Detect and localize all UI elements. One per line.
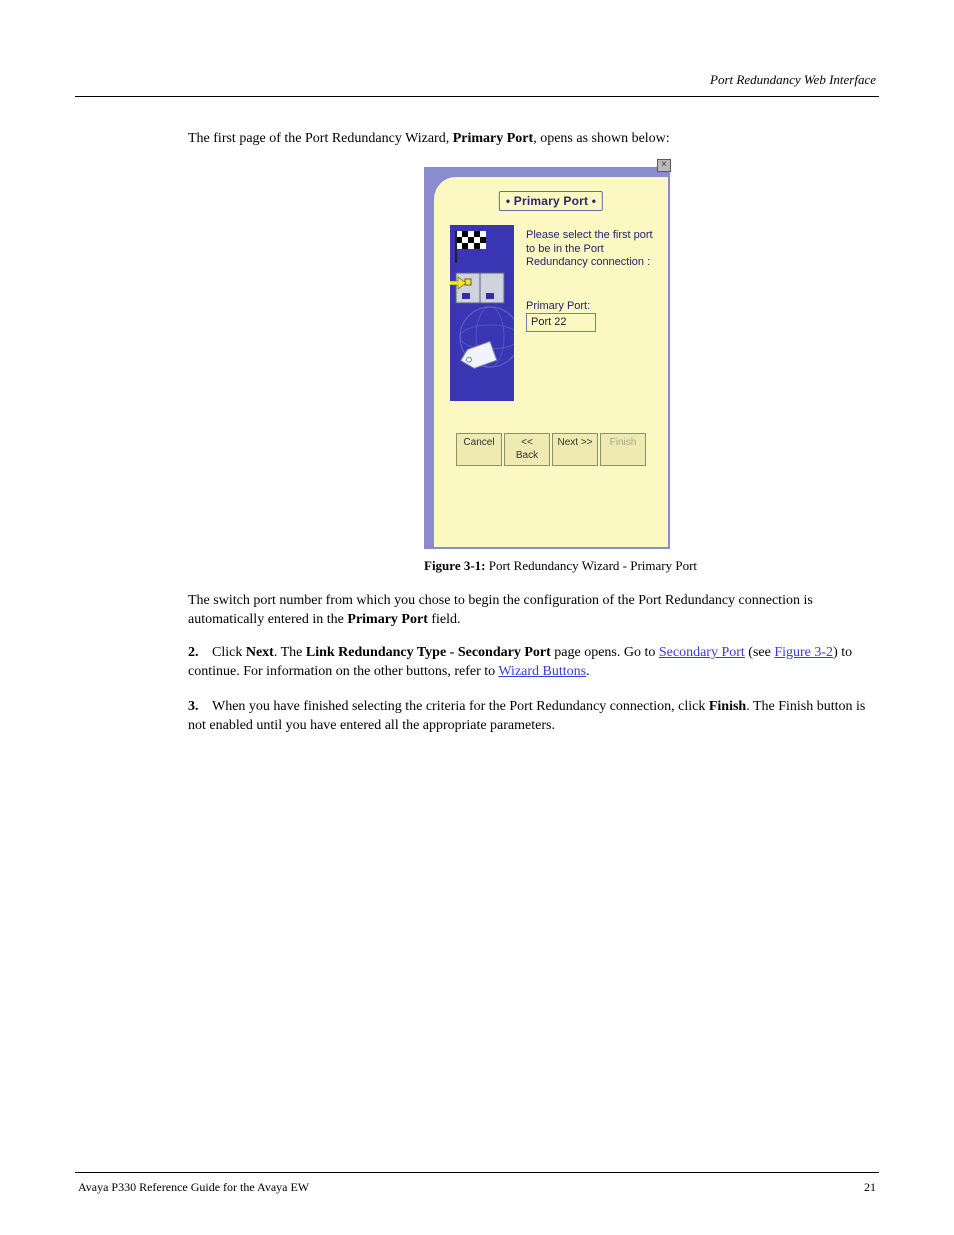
dialog-body: • Primary Port •	[434, 177, 668, 547]
page: Port Redundancy Web Interface The first …	[0, 0, 954, 1235]
dialog-button-row: Cancel << Back Next >> Finish	[456, 433, 646, 466]
step-number: 2.	[188, 644, 212, 663]
figure-caption-label: Figure 3-1:	[424, 558, 486, 573]
step-text: Click	[212, 645, 246, 660]
back-button[interactable]: << Back	[504, 433, 550, 466]
step-link[interactable]: Figure 3-2	[774, 645, 833, 660]
paragraph-after-figure: The switch port number from which you ch…	[188, 592, 876, 630]
step-text: page opens. Go to	[551, 645, 659, 660]
dialog-title: • Primary Port •	[499, 191, 603, 211]
dialog-window: × • Primary Port •	[424, 167, 670, 549]
header-rule	[75, 96, 879, 97]
footer-doc-title: Avaya P330 Reference Guide for the Avaya…	[78, 1180, 309, 1195]
wizard-graphic	[450, 225, 514, 401]
intro-paragraph: The first page of the Port Redundancy Wi…	[188, 130, 876, 149]
numbered-steps: 2.Click Next. The Link Redundancy Type -…	[188, 644, 876, 736]
step-item: 2.Click Next. The Link Redundancy Type -…	[188, 644, 876, 682]
footer-rule	[75, 1172, 879, 1173]
primary-port-label: Primary Port:	[526, 299, 590, 314]
figure-wrapper: × • Primary Port •	[188, 167, 876, 575]
body-content: The first page of the Port Redundancy Wi…	[188, 130, 876, 752]
figure-caption-text: Port Redundancy Wizard - Primary Port	[489, 558, 697, 573]
header-section-title: Port Redundancy Web Interface	[710, 72, 876, 88]
step-number: 3.	[188, 698, 212, 717]
close-icon[interactable]: ×	[657, 159, 671, 172]
primary-port-field[interactable]: Port 22	[526, 313, 596, 332]
para-after-fig-bold: Primary Port	[347, 612, 427, 627]
step-text-bold: Link Redundancy Type - Secondary Port	[306, 645, 551, 660]
step-link[interactable]: Wizard Buttons	[498, 664, 586, 679]
intro-text-post: , opens as shown below:	[533, 131, 670, 146]
para-after-fig-pre: The switch port number from which you ch…	[188, 593, 813, 627]
footer-page-number: 21	[864, 1180, 876, 1195]
step-text: When you have finished selecting the cri…	[212, 699, 709, 714]
figure-caption: Figure 3-1: Port Redundancy Wizard - Pri…	[424, 557, 876, 575]
step-text: .	[586, 664, 590, 679]
step-text: . The	[274, 645, 306, 660]
finish-button: Finish	[600, 433, 646, 466]
step-text: (see	[745, 645, 775, 660]
intro-text-pre: The first page of the Port Redundancy Wi…	[188, 131, 453, 146]
step-link[interactable]: Secondary Port	[659, 645, 745, 660]
step-text-bold: Finish	[709, 699, 746, 714]
cancel-button[interactable]: Cancel	[456, 433, 502, 466]
next-button[interactable]: Next >>	[552, 433, 598, 466]
step-item: 3.When you have finished selecting the c…	[188, 698, 876, 736]
dialog-instruction-text: Please select the first port to be in th…	[526, 229, 658, 270]
para-after-fig-post: field.	[428, 612, 461, 627]
step-text-bold: Next	[246, 645, 274, 660]
intro-text-bold: Primary Port	[453, 131, 533, 146]
